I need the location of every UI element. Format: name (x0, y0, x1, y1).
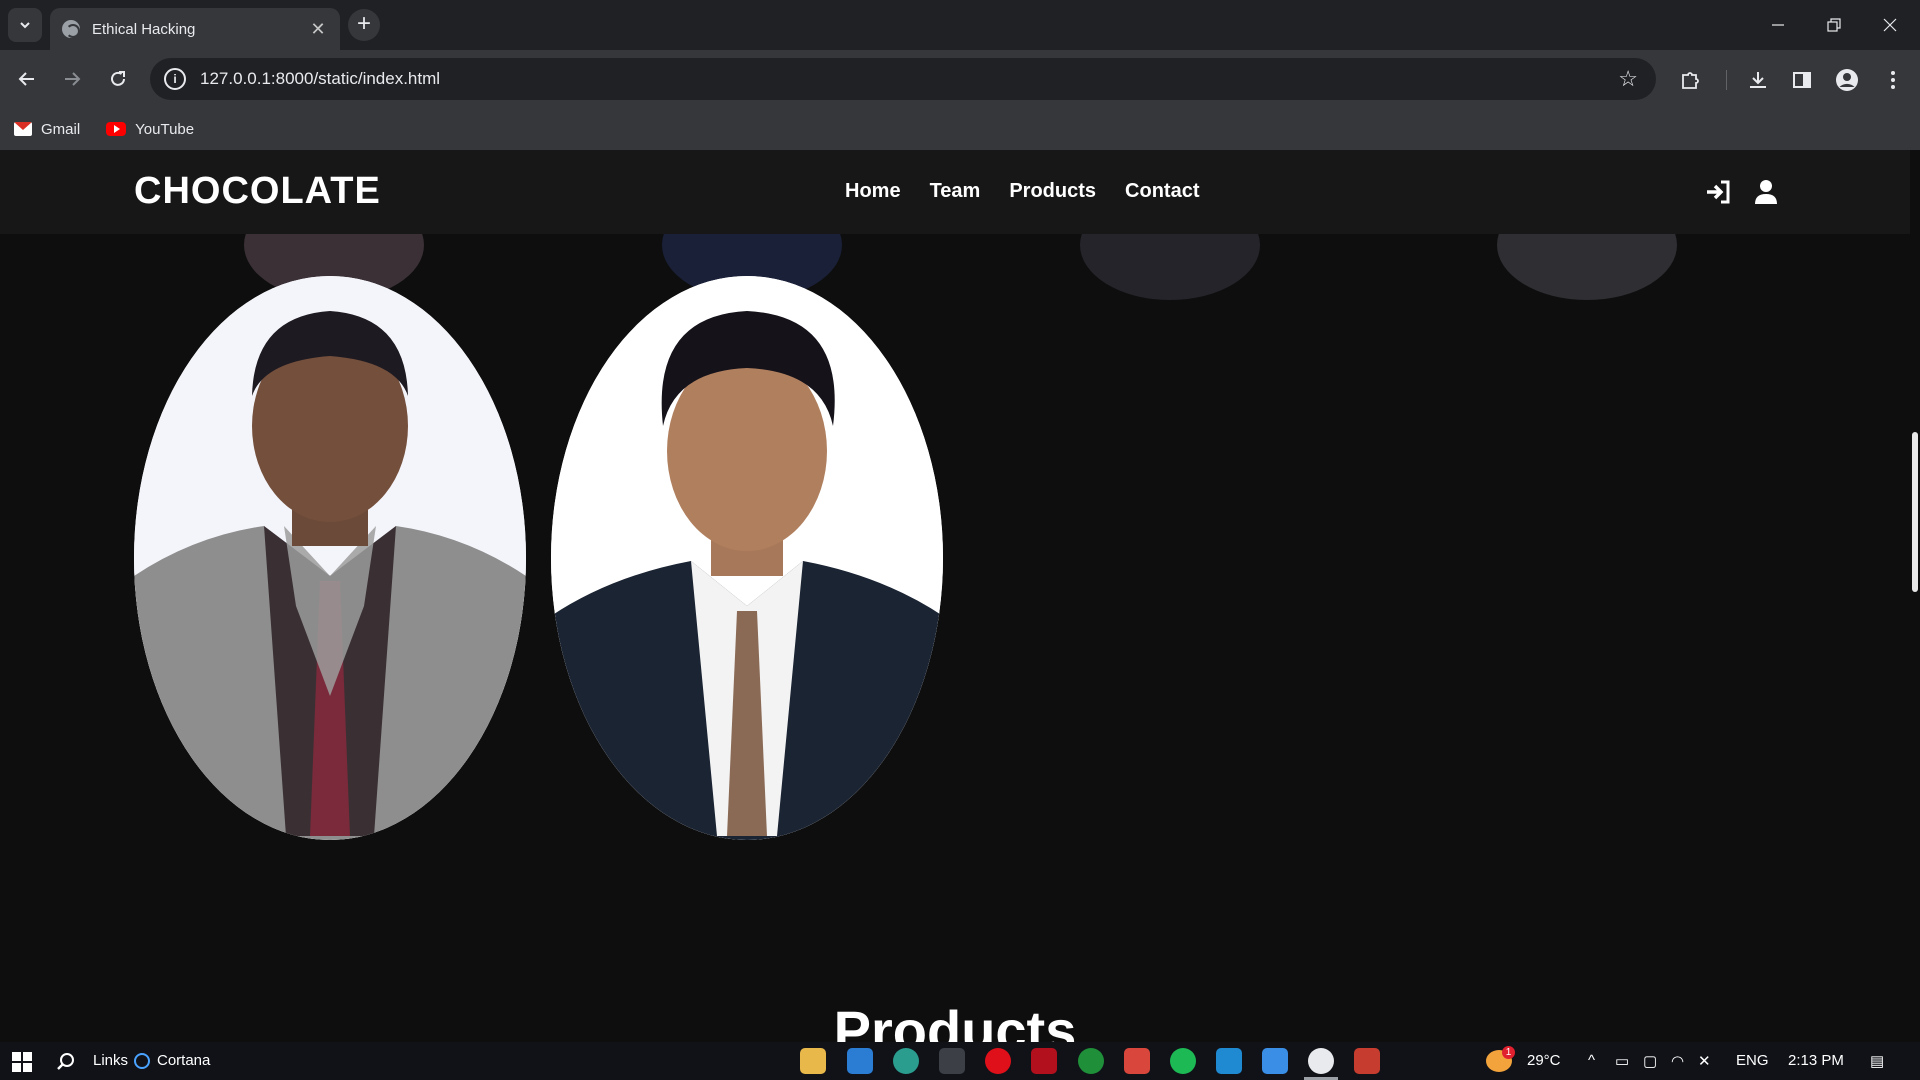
close-icon (1883, 18, 1897, 32)
battery-icon[interactable]: ▭ (1615, 1052, 1629, 1070)
portrait-illustration (551, 276, 943, 840)
tab-strip: Ethical Hacking ✕ + (0, 0, 1920, 50)
gmail-icon (14, 122, 32, 136)
globe-icon (62, 20, 80, 38)
page-scrollbar[interactable] (1910, 150, 1920, 1042)
products-heading: Products (833, 999, 1077, 1042)
reload-icon (111, 71, 125, 86)
arrow-left-icon (18, 72, 34, 86)
chevron-down-icon (20, 22, 30, 29)
main-nav: Home Team Products Contact (845, 180, 1199, 203)
team-member-photo-1 (134, 276, 526, 840)
volume-muted-icon[interactable]: ✕ (1698, 1052, 1711, 1070)
tab-search-button[interactable] (8, 8, 42, 42)
notifications-icon[interactable]: ▤ (1870, 1052, 1884, 1070)
new-tab-button[interactable]: + (348, 9, 380, 41)
restore-icon (1827, 18, 1841, 32)
mail-icon[interactable] (847, 1048, 873, 1074)
bookmark-label: YouTube (135, 120, 195, 138)
side-panel-button[interactable] (1788, 66, 1816, 94)
windows-taskbar: Links Cortana 1 29°C ^ ▭ ▢ ◠ ✕ ENG 2:13 … (0, 1042, 1920, 1080)
app-flame-icon[interactable] (1354, 1048, 1380, 1074)
side-panel-icon (1793, 72, 1811, 88)
download-icon (1750, 72, 1766, 88)
opera-icon[interactable] (985, 1048, 1011, 1074)
site-logo[interactable]: CHOCOLATE (134, 170, 381, 213)
login-icon[interactable] (1704, 178, 1732, 206)
profile-icon (1836, 69, 1858, 91)
weather-temp[interactable]: 29°C (1527, 1052, 1561, 1069)
bookmark-star-icon[interactable]: ☆ (1618, 66, 1638, 92)
file-explorer-icon[interactable] (800, 1048, 826, 1074)
bookmark-label: Gmail (41, 120, 81, 138)
cortana-button[interactable]: Cortana (157, 1052, 210, 1069)
bookmark-gmail[interactable]: Gmail (14, 121, 80, 138)
meet-now-icon[interactable]: ▢ (1643, 1052, 1657, 1070)
nav-home[interactable]: Home (845, 180, 901, 203)
bookmark-youtube[interactable]: YouTube (106, 121, 194, 138)
portrait-illustration (134, 276, 526, 840)
chevron-up-icon[interactable]: ^ (1588, 1052, 1595, 1069)
windows-start-icon[interactable] (12, 1052, 32, 1072)
nav-contact[interactable]: Contact (1125, 180, 1199, 203)
tab-title: Ethical Hacking (92, 20, 196, 38)
site-header: CHOCOLATE Home Team Products Contact (0, 150, 1910, 234)
bookmarks-bar: Gmail YouTube (0, 108, 1920, 150)
close-window-button[interactable] (1862, 0, 1918, 50)
terminal-icon[interactable] (939, 1048, 965, 1074)
reload-button[interactable] (103, 64, 133, 94)
tab-close-button[interactable]: ✕ (308, 19, 328, 40)
arrow-right-icon (65, 72, 81, 86)
scroll-thumb[interactable] (1912, 432, 1918, 592)
team-member-photo-2 (551, 276, 943, 840)
minimize-icon (1772, 24, 1784, 26)
nav-products[interactable]: Products (1009, 180, 1096, 203)
nav-team[interactable]: Team (930, 180, 981, 203)
youtube-icon (106, 122, 127, 136)
clock[interactable]: 2:13 PM (1788, 1052, 1844, 1069)
puzzle-icon (1682, 72, 1699, 89)
edge-icon[interactable] (893, 1048, 919, 1074)
chrome-icon[interactable] (1308, 1048, 1334, 1074)
address-bar[interactable]: i 127.0.0.1:8000/static/index.html ☆ (150, 58, 1656, 100)
photos-icon[interactable] (1262, 1048, 1288, 1074)
search-icon[interactable] (56, 1052, 76, 1072)
app-red-icon[interactable] (1031, 1048, 1057, 1074)
user-icon[interactable] (1752, 178, 1780, 206)
weather-badge: 1 (1502, 1046, 1515, 1059)
url-text[interactable]: 127.0.0.1:8000/static/index.html (200, 69, 1618, 89)
toolbar-separator (1726, 70, 1727, 90)
chrome-menu-button[interactable] (1879, 66, 1907, 94)
browser-toolbar: i 127.0.0.1:8000/static/index.html ☆ (0, 50, 1920, 108)
app-game-icon[interactable] (1124, 1048, 1150, 1074)
xbox-icon[interactable] (1078, 1048, 1104, 1074)
profile-button[interactable] (1833, 66, 1861, 94)
links-toolbar[interactable]: Links (93, 1052, 128, 1069)
vscode-icon[interactable] (1216, 1048, 1242, 1074)
back-button[interactable] (12, 64, 42, 94)
browser-tab[interactable]: Ethical Hacking ✕ (50, 8, 340, 50)
page-viewport: CHOCOLATE Home Team Products Contact Pro… (0, 150, 1920, 1042)
restore-button[interactable] (1806, 0, 1862, 50)
more-vert-icon (1891, 71, 1895, 89)
extensions-button[interactable] (1677, 66, 1705, 94)
minimize-button[interactable] (1750, 0, 1806, 50)
spotify-icon[interactable] (1170, 1048, 1196, 1074)
site-info-icon[interactable]: i (164, 68, 186, 90)
forward-button[interactable] (57, 64, 87, 94)
downloads-button[interactable] (1744, 66, 1772, 94)
wifi-icon[interactable]: ◠ (1671, 1052, 1684, 1070)
language-indicator[interactable]: ENG (1736, 1052, 1769, 1069)
cortana-icon[interactable] (134, 1053, 150, 1069)
